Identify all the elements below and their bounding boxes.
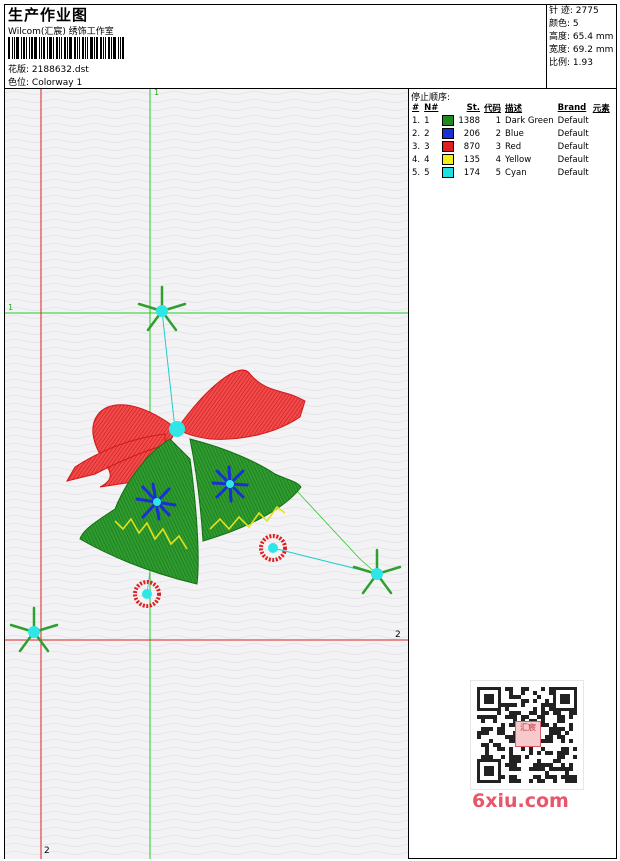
stat-colors: 颜色: 5 xyxy=(549,19,579,29)
sheet-title: 生产作业图 xyxy=(8,6,89,24)
row-swatch xyxy=(440,127,456,140)
col-brand: Brand xyxy=(557,102,587,113)
color-swatch xyxy=(442,154,455,165)
qr-badge: 汇宸 xyxy=(515,721,541,747)
col-element: 元素 xyxy=(592,103,610,114)
row-num: 5. xyxy=(412,167,421,178)
row-swatch xyxy=(440,140,456,153)
row-swatch xyxy=(440,153,456,166)
row-code: 1 xyxy=(495,115,502,126)
row-element xyxy=(591,153,612,166)
row-element xyxy=(591,140,612,153)
site-watermark: 6xiu.com xyxy=(472,790,569,812)
design-preview: 1 1 2 2 xyxy=(5,89,408,859)
col-swatch xyxy=(440,101,456,114)
col-desc: 描述 xyxy=(505,103,523,114)
table-row: 5. 5 174 5 Cyan Default xyxy=(410,166,612,179)
row-brand: Default xyxy=(557,128,589,139)
row-desc: Cyan xyxy=(505,167,527,178)
row-element xyxy=(591,166,612,179)
row-code: 2 xyxy=(495,128,502,139)
row-num: 2. xyxy=(412,128,421,139)
bow-knot xyxy=(169,421,185,437)
design-file-name: 2188632.dst xyxy=(31,65,89,75)
qr-code: 汇宸 xyxy=(470,680,584,790)
table-header: # N# St. 代码 描述 Brand 元素 xyxy=(410,101,612,114)
row-stitches: 206 xyxy=(463,128,481,139)
table-row: 2. 2 206 2 Blue Default xyxy=(410,127,612,140)
stat-height: 高度: 65.4 mm xyxy=(549,32,614,42)
row-swatch xyxy=(440,166,456,179)
barcode xyxy=(8,37,140,59)
color-swatch xyxy=(442,115,455,126)
guide-marker-2-bottom: 2 xyxy=(44,846,50,856)
row-n: 5 xyxy=(424,167,430,178)
color-swatch xyxy=(442,141,455,152)
table-row: 4. 4 135 4 Yellow Default xyxy=(410,153,612,166)
col-stitches: St. xyxy=(466,102,481,113)
stat-stitches: 针 迹: 2775 xyxy=(549,6,599,16)
guide-marker-1-left: 1 xyxy=(8,303,14,312)
stats-divider xyxy=(546,4,547,88)
row-brand: Default xyxy=(557,141,589,152)
row-desc: Red xyxy=(505,141,522,152)
color-swatch xyxy=(442,167,455,178)
stat-scale: 比例: 1.93 xyxy=(549,58,593,68)
row-num: 4. xyxy=(412,154,421,165)
row-desc: Yellow xyxy=(505,154,532,165)
design-label: 花版: xyxy=(8,65,30,75)
studio-name: Wilcom(汇宸) 绣饰工作室 xyxy=(8,27,114,37)
row-swatch xyxy=(440,114,456,127)
row-n: 4 xyxy=(424,154,430,165)
row-stitches: 135 xyxy=(463,154,481,165)
colorway-name: Colorway 1 xyxy=(31,78,83,88)
row-desc: Dark Green xyxy=(505,115,554,126)
row-n: 2 xyxy=(424,128,430,139)
row-code: 4 xyxy=(495,154,502,165)
col-n: N# xyxy=(424,102,439,113)
row-code: 3 xyxy=(495,141,502,152)
col-num: # xyxy=(412,102,420,113)
col-code: 代码 xyxy=(484,103,502,114)
row-stitches: 1388 xyxy=(458,115,481,126)
color-swatch xyxy=(442,128,455,139)
stop-sequence-table: # N# St. 代码 描述 Brand 元素 1. 1 1388 1 Dark Gre… xyxy=(410,101,612,179)
row-element xyxy=(591,127,612,140)
guide-marker-1-top: 1 xyxy=(154,89,160,97)
row-brand: Default xyxy=(557,154,589,165)
row-num: 3. xyxy=(412,141,421,152)
row-num: 1. xyxy=(412,115,421,126)
row-brand: Default xyxy=(557,167,589,178)
row-brand: Default xyxy=(557,115,589,126)
row-stitches: 174 xyxy=(463,167,481,178)
row-element xyxy=(591,114,612,127)
row-n: 3 xyxy=(424,141,430,152)
table-row: 3. 3 870 3 Red Default xyxy=(410,140,612,153)
guide-marker-2-right: 2 xyxy=(395,630,401,640)
embroidery-artwork xyxy=(5,89,408,859)
row-desc: Blue xyxy=(505,128,524,139)
row-code: 5 xyxy=(495,167,502,178)
colorway-row: 色位: Colorway 1 xyxy=(8,75,82,88)
design-file-row: 花版: 2188632.dst xyxy=(8,62,89,75)
row-n: 1 xyxy=(424,115,430,126)
row-stitches: 870 xyxy=(463,141,481,152)
colorway-label: 色位: xyxy=(8,78,30,88)
table-row: 1. 1 1388 1 Dark Green Default xyxy=(410,114,612,127)
design-stats: 针 迹: 2775 颜色: 5 高度: 65.4 mm 宽度: 69.2 mm … xyxy=(549,5,613,70)
stat-width: 宽度: 69.2 mm xyxy=(549,45,614,55)
